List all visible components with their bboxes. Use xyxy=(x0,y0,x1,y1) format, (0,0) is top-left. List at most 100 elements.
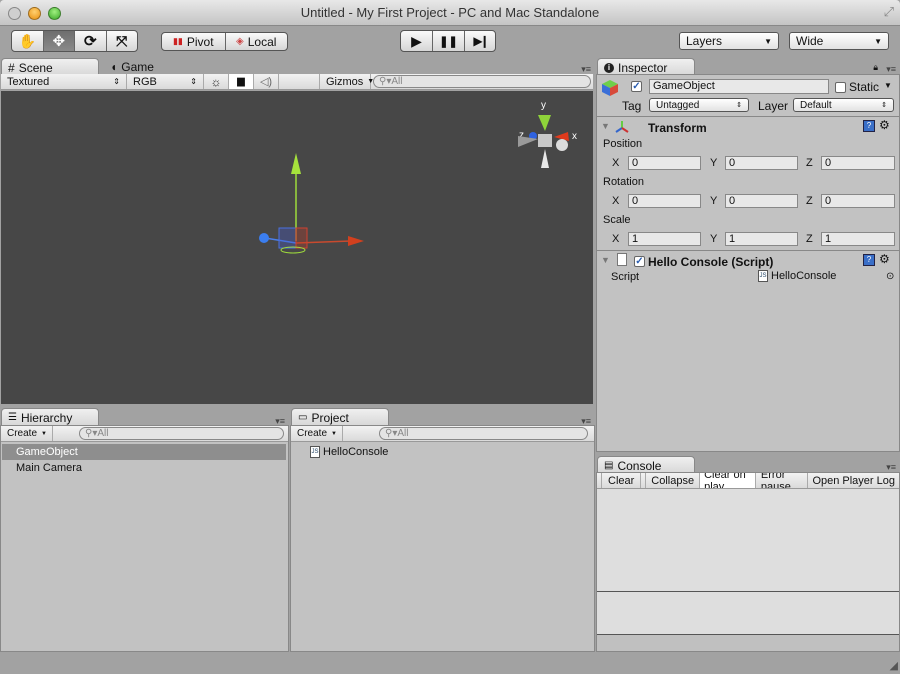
transform-tools: ✋ ✥ ⟳ ⤧ xyxy=(11,30,138,52)
panel-menu-icon[interactable]: ▾≡ xyxy=(577,65,591,74)
tab-hierarchy[interactable]: ☰ Hierarchy xyxy=(1,408,99,425)
static-checkbox[interactable]: Static xyxy=(835,80,879,94)
scene-search-input[interactable]: ⚲▾All xyxy=(373,75,591,88)
layer-dropdown[interactable]: Default ⇕ xyxy=(793,98,894,112)
hierarchy-item-main-camera[interactable]: Main Camera xyxy=(2,460,287,476)
panel-menu-icon[interactable]: ▾≡ xyxy=(271,417,285,426)
resize-grip-icon[interactable]: ◢ xyxy=(890,659,898,672)
help-icon[interactable]: ? xyxy=(863,120,875,132)
tab-project[interactable]: ▭ Project xyxy=(291,408,389,425)
tab-console[interactable]: ▤ Console xyxy=(597,456,695,473)
plane-handle-xy[interactable] xyxy=(278,227,297,249)
axis-x-label: X xyxy=(612,233,620,245)
console-open-player-log-button[interactable]: Open Player Log xyxy=(808,473,899,488)
updown-icon: ⇕ xyxy=(113,77,120,86)
image-effects-toggle[interactable]: ▆ xyxy=(229,74,254,89)
rotation-z-input[interactable]: 0 xyxy=(821,194,895,208)
tab-game[interactable]: ◖ Game xyxy=(104,58,160,75)
console-error-pause-button[interactable]: Error pause xyxy=(756,473,809,488)
layers-dropdown[interactable]: Layers ▼ xyxy=(679,32,779,50)
position-y-input[interactable]: 0 xyxy=(725,156,798,170)
gear-icon[interactable]: ⚙ xyxy=(879,118,890,132)
move-gizmo[interactable] xyxy=(259,153,364,254)
help-icon[interactable]: ? xyxy=(863,254,875,266)
rotate-tool-button[interactable]: ⟳ xyxy=(75,31,107,51)
lock-icon[interactable]: 🔒︎ xyxy=(873,62,878,73)
scale-z-input[interactable]: 1 xyxy=(821,232,895,246)
script-field-value[interactable]: JS HelloConsole xyxy=(758,270,836,282)
layout-dropdown[interactable]: Wide ▼ xyxy=(789,32,889,50)
project-search-input[interactable]: ⚲▾All xyxy=(379,427,588,440)
center-cube-icon[interactable] xyxy=(538,134,552,147)
static-dropdown-icon[interactable]: ▼ xyxy=(884,81,892,90)
object-name-input[interactable]: GameObject xyxy=(649,79,829,94)
console-detail-area[interactable] xyxy=(597,592,899,634)
rotation-y-input[interactable]: 0 xyxy=(725,194,798,208)
move-tool-button[interactable]: ✥ xyxy=(43,31,75,51)
hierarchy-toolbar: Create ▼ ⚲▾All xyxy=(1,426,288,442)
panel-menu-icon[interactable]: ▾≡ xyxy=(882,463,896,472)
tag-dropdown[interactable]: Untagged ⇕ xyxy=(649,98,749,112)
pivot-button[interactable]: ▮▮ Pivot xyxy=(162,33,226,50)
hierarchy-create-button[interactable]: Create ▼ xyxy=(1,426,53,441)
project-create-button[interactable]: Create ▼ xyxy=(291,426,343,441)
y-arrow-icon[interactable] xyxy=(291,153,301,174)
scale-x-input[interactable]: 1 xyxy=(628,232,701,246)
console-log-list[interactable] xyxy=(597,490,899,591)
active-checkbox[interactable]: ✓ xyxy=(631,80,642,92)
sun-icon: ☼ xyxy=(210,74,222,89)
main-toolbar: ✋ ✥ ⟳ ⤧ ▮▮ Pivot ◈ Local ▶ ❚❚ ▶❙ Layers ▼ W… xyxy=(0,26,900,58)
axis-x-label: X xyxy=(612,195,620,207)
console-clear-on-play-button[interactable]: Clear on play xyxy=(700,473,756,488)
neg-x-cone-icon[interactable] xyxy=(556,139,568,151)
pause-button[interactable]: ❚❚ xyxy=(433,31,465,51)
console-collapse-button[interactable]: Collapse xyxy=(646,473,701,488)
game-icon: ◖ xyxy=(110,60,118,74)
render-mode-dropdown[interactable]: Textured ⇕ xyxy=(1,74,127,89)
hand-tool-button[interactable]: ✋ xyxy=(12,31,44,51)
z-handle-dot[interactable] xyxy=(259,233,269,243)
play-icon: ▶ xyxy=(411,32,422,49)
play-button[interactable]: ▶ xyxy=(401,31,433,51)
color-mode-dropdown[interactable]: RGB ⇕ xyxy=(127,74,204,89)
foldout-arrow-icon[interactable]: ▼ xyxy=(601,255,610,265)
scene-viewport[interactable]: y z x xyxy=(1,91,593,404)
inspector-panel: i Inspector 🔒︎ ▾≡ ✓ GameObject Static ▼ T… xyxy=(596,58,900,452)
hierarchy-panel: ☰ Hierarchy ▾≡ Create ▼ ⚲▾All GameObject M… xyxy=(0,408,289,652)
image-icon: ▆ xyxy=(237,76,245,87)
plane-handle-zy[interactable] xyxy=(295,227,308,249)
audio-toggle[interactable]: ◁) xyxy=(254,74,279,89)
project-panel: ▭ Project ▾≡ Create ▼ ⚲▾All JS HelloConsol… xyxy=(290,408,595,652)
orientation-gizmo[interactable]: y z x xyxy=(518,100,577,168)
gear-icon[interactable]: ⚙ xyxy=(879,252,890,266)
scale-y-input[interactable]: 1 xyxy=(725,232,798,246)
updown-icon: ⇕ xyxy=(881,102,887,109)
position-x-input[interactable]: 0 xyxy=(628,156,701,170)
project-item-helloconsole[interactable]: JS HelloConsole xyxy=(292,444,593,460)
tab-scene[interactable]: # Scene xyxy=(1,58,99,75)
axis-z-label: Z xyxy=(806,233,813,245)
scale-tool-button[interactable]: ⤧ xyxy=(107,31,138,51)
console-clear-button[interactable]: Clear xyxy=(602,473,642,488)
project-toolbar: Create ▼ ⚲▾All xyxy=(291,426,594,442)
local-button[interactable]: ◈ Local xyxy=(226,33,288,50)
x-arrow-icon[interactable] xyxy=(348,236,364,246)
step-button[interactable]: ▶❙ xyxy=(465,31,495,51)
position-z-input[interactable]: 0 xyxy=(821,156,895,170)
hierarchy-search-input[interactable]: ⚲▾All xyxy=(79,427,284,440)
rotation-x-input[interactable]: 0 xyxy=(628,194,701,208)
pivot-icon: ▮▮ xyxy=(172,36,183,46)
lighting-toggle[interactable]: ☼ xyxy=(204,74,229,89)
gizmos-dropdown[interactable]: Gizmos ▼ xyxy=(319,74,374,89)
tab-inspector[interactable]: i Inspector xyxy=(597,58,695,75)
panel-menu-icon[interactable]: ▾≡ xyxy=(882,65,896,74)
object-picker-icon[interactable]: ⊙ xyxy=(886,271,894,282)
panel-menu-icon[interactable]: ▾≡ xyxy=(577,417,591,426)
neg-y-cone-icon[interactable] xyxy=(541,149,549,168)
transform-icon xyxy=(615,119,629,133)
hierarchy-item-gameobject[interactable]: GameObject xyxy=(2,444,286,460)
fullscreen-icon[interactable]: ⤢ xyxy=(884,4,894,20)
script-enabled-checkbox[interactable]: ✓ xyxy=(634,255,645,267)
y-cone-icon[interactable] xyxy=(538,115,551,131)
foldout-arrow-icon[interactable]: ▼ xyxy=(601,121,610,131)
